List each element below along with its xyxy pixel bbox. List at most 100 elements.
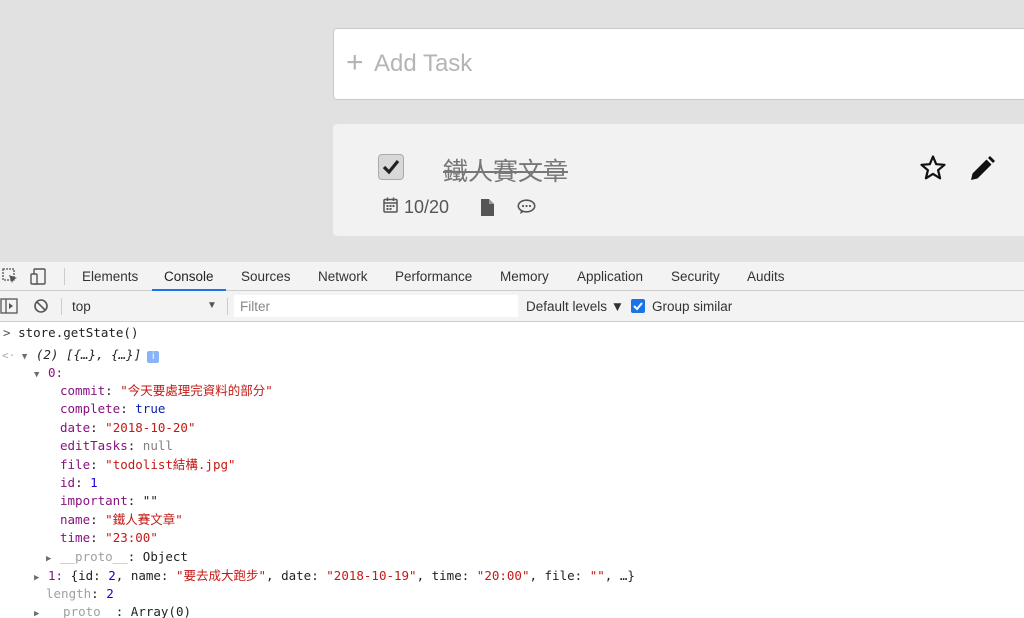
group-similar-checkbox[interactable]	[631, 299, 645, 313]
property-colon: :	[105, 383, 121, 398]
star-icon[interactable]	[920, 155, 946, 185]
file-icon	[481, 196, 494, 218]
group-similar-label: Group similar	[652, 299, 733, 314]
property-line: time: "23:00"	[60, 529, 158, 547]
devtools-tabbar: Elements Console Sources Network Perform…	[0, 262, 1024, 291]
property-colon: :	[127, 493, 143, 509]
comment-icon	[517, 196, 536, 218]
length-value: 2	[106, 586, 114, 601]
array-item-1[interactable]: ▶ 1: {id: 2, name: "要去成大跑步", date: "2018-…	[34, 567, 635, 585]
info-icon[interactable]: i	[147, 351, 160, 363]
item1-close: , …}	[604, 568, 635, 583]
item1-id: 2	[108, 568, 116, 583]
property-value: 1	[90, 475, 98, 490]
expand-triangle-icon[interactable]: ▼	[34, 366, 48, 384]
property-colon: :	[75, 475, 91, 490]
prompt-chevron-icon: >	[3, 325, 19, 340]
task-complete-checkbox[interactable]	[378, 154, 404, 180]
inspect-element-icon[interactable]	[2, 268, 19, 290]
item1-date: "2018-10-19"	[326, 568, 417, 583]
property-key: editTasks	[60, 438, 128, 454]
property-colon: :	[90, 456, 106, 472]
task-card[interactable]: 鐵人賽文章 10/20	[333, 124, 1024, 236]
sidebar-toggle-icon[interactable]	[0, 298, 18, 319]
property-key: time	[60, 530, 91, 546]
property-key: important	[60, 493, 128, 509]
property-line: commit: "今天要處理完資料的部分"	[60, 382, 273, 400]
context-select[interactable]: top	[72, 291, 91, 322]
property-colon: :	[127, 438, 143, 454]
console-output: > store.getState() <· ▼ (2) [{…}, {…}] i ▼…	[0, 323, 1024, 618]
clear-console-icon[interactable]	[33, 298, 49, 319]
context-dropdown-icon[interactable]: ▼	[207, 300, 217, 311]
task-date: 10/20	[383, 196, 449, 218]
log-levels-dropdown[interactable]: Default levels ▼	[526, 291, 624, 322]
proto-value: Array(0)	[130, 604, 192, 618]
tab-audits[interactable]: Audits	[747, 262, 785, 291]
property-key: date	[60, 419, 91, 435]
proto-value: Object	[142, 549, 188, 564]
console-toolbar: top ▼ Default levels ▼ Group similar	[0, 291, 1024, 322]
console-input-line: > store.getState()	[3, 324, 138, 342]
tab-separator	[64, 268, 65, 285]
length-key: length	[46, 586, 92, 601]
item1-sep: , time:	[416, 568, 477, 583]
property-colon: :	[90, 419, 106, 435]
devtools-panel: Elements Console Sources Network Perform…	[0, 262, 1024, 618]
add-task-box[interactable]: +	[333, 28, 1024, 100]
tab-elements[interactable]: Elements	[82, 262, 138, 291]
property-key: name	[60, 511, 91, 527]
tab-console[interactable]: Console	[152, 262, 226, 291]
property-colon: :	[90, 530, 106, 546]
task-title: 鐵人賽文章	[443, 157, 569, 186]
property-line: complete: true	[60, 400, 165, 418]
toolbar-separator	[227, 298, 228, 315]
task-date-text: 10/20	[404, 196, 450, 217]
result-arrow-icon: <·	[2, 349, 22, 362]
item1-sep: , date:	[266, 568, 327, 583]
property-key: complete	[60, 401, 121, 417]
array-summary: (2) [{…}, {…}]	[35, 347, 142, 362]
array-item-0[interactable]: ▼ 0:	[34, 364, 63, 382]
console-filter-input[interactable]	[234, 295, 518, 317]
add-task-input[interactable]	[374, 47, 1014, 81]
proto-key: __proto__	[60, 549, 128, 564]
property-value: "23:00"	[105, 530, 158, 546]
property-value: "todolist結構.jpg"	[105, 456, 236, 472]
calendar-icon	[383, 197, 398, 218]
property-line: id: 1	[60, 474, 98, 492]
property-line: editTasks: null	[60, 437, 173, 455]
property-line: important: ""	[60, 492, 158, 510]
tab-memory[interactable]: Memory	[500, 262, 549, 291]
property-value: "鐵人賽文章"	[105, 511, 183, 527]
device-toolbar-icon[interactable]	[30, 268, 48, 290]
property-value: null	[142, 438, 173, 454]
item1-sep: , name:	[115, 568, 176, 583]
plus-icon: +	[346, 46, 364, 79]
collapse-triangle-icon[interactable]: ▶	[46, 550, 60, 568]
tab-security[interactable]: Security	[671, 262, 720, 291]
property-line: file: "todolist結構.jpg"	[60, 456, 236, 474]
collapse-triangle-icon[interactable]: ▶	[34, 605, 48, 618]
item-index: 0:	[48, 365, 64, 380]
item-index: 1:	[48, 568, 64, 583]
array-proto[interactable]: ▶ __proto__: Array(0)	[34, 603, 191, 618]
tab-sources[interactable]: Sources	[241, 262, 291, 291]
property-value: "今天要處理完資料的部分"	[120, 383, 273, 398]
tab-performance[interactable]: Performance	[395, 262, 472, 291]
item1-open: {id:	[70, 568, 109, 583]
console-command: store.getState()	[18, 325, 139, 340]
proto-key: __proto__	[48, 604, 116, 618]
item1-sep: , file:	[529, 568, 590, 583]
property-key: commit	[60, 383, 106, 398]
item1-name: "要去成大跑步"	[175, 568, 267, 583]
property-value: "2018-10-20"	[105, 419, 196, 435]
property-value: true	[135, 401, 166, 417]
pencil-icon[interactable]	[969, 156, 995, 187]
tab-network[interactable]: Network	[318, 262, 368, 291]
console-result-line[interactable]: <· ▼ (2) [{…}, {…}] i	[2, 346, 160, 364]
tab-application[interactable]: Application	[577, 262, 643, 291]
item0-proto[interactable]: ▶ __proto__: Object	[46, 548, 188, 566]
item1-file: ""	[589, 568, 605, 583]
array-length: length: 2	[46, 586, 114, 601]
